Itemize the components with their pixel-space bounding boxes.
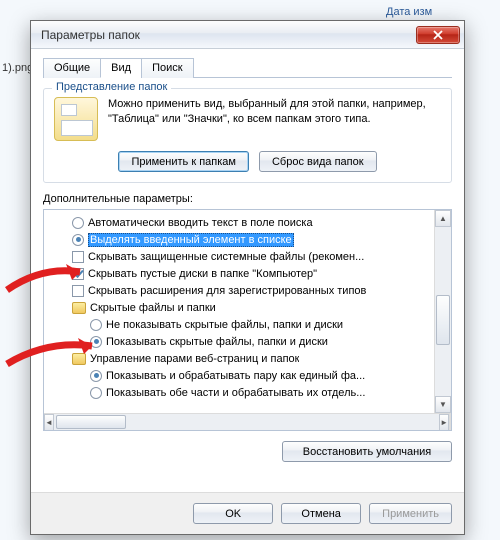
folder-icon [72, 353, 86, 365]
tab-search[interactable]: Поиск [141, 58, 193, 78]
scroll-left-button[interactable]: ◄ [44, 414, 54, 431]
titlebar[interactable]: Параметры папок [31, 21, 464, 49]
dialog-button-bar: OK Отмена Применить [31, 492, 464, 534]
tree-item[interactable]: Выделять введенный элемент в списке [46, 231, 432, 248]
advanced-label: Дополнительные параметры: [43, 193, 452, 205]
scroll-track[interactable] [54, 414, 439, 430]
close-icon [433, 30, 443, 40]
folder-views-group: Представление папок Можно применить вид,… [43, 88, 452, 183]
tree-item[interactable]: Показывать и обрабатывать пару как едины… [46, 367, 432, 384]
folder-options-dialog: Параметры папок Общие Вид Поиск Представ… [30, 20, 465, 535]
tree-item-label: Скрывать пустые диски в папке "Компьютер… [88, 268, 317, 280]
ok-button[interactable]: OK [193, 503, 273, 524]
radio-icon [90, 336, 102, 348]
tree-item[interactable]: Показывать скрытые файлы, папки и диски [46, 333, 432, 350]
scroll-track[interactable] [435, 227, 451, 396]
tree-item-label: Скрытые файлы и папки [90, 302, 216, 314]
tree-item-label: Выделять введенный элемент в списке [88, 233, 294, 247]
apply-button[interactable]: Применить [369, 503, 452, 524]
folder-icon [72, 302, 86, 314]
cancel-button[interactable]: Отмена [281, 503, 361, 524]
folder-view-icon [54, 97, 98, 141]
dialog-title: Параметры папок [41, 28, 140, 42]
scroll-corner [449, 414, 451, 431]
scroll-thumb[interactable] [436, 295, 450, 345]
tree-item-label: Управление парами веб-страниц и папок [90, 353, 299, 365]
tree-item[interactable]: Скрытые файлы и папки [46, 299, 432, 316]
tree-item-label: Скрывать расширения для зарегистрированн… [88, 285, 366, 297]
tree-item-label: Не показывать скрытые файлы, папки и дис… [106, 319, 343, 331]
scroll-up-button[interactable]: ▲ [435, 210, 451, 227]
tree-item[interactable]: Скрывать пустые диски в папке "Компьютер… [46, 265, 432, 282]
tree-item[interactable]: Скрывать расширения для зарегистрированн… [46, 282, 432, 299]
radio-icon [90, 370, 102, 382]
close-button[interactable] [416, 26, 460, 44]
scroll-down-button[interactable]: ▼ [435, 396, 451, 413]
tree-item[interactable]: Показывать обе части и обрабатывать их о… [46, 384, 432, 401]
tree-item-label: Скрывать защищенные системные файлы (рек… [88, 251, 364, 263]
radio-icon [90, 387, 102, 399]
radio-icon [72, 217, 84, 229]
tree-item-label: Показывать обе части и обрабатывать их о… [106, 387, 365, 399]
tree-item[interactable]: Управление парами веб-страниц и папок [46, 350, 432, 367]
tab-general[interactable]: Общие [43, 58, 101, 78]
advanced-settings-tree[interactable]: Автоматически вводить текст в поле поиск… [43, 209, 452, 431]
tab-view[interactable]: Вид [100, 58, 142, 78]
horizontal-scrollbar[interactable]: ◄ ► [44, 413, 451, 430]
scroll-thumb[interactable] [56, 415, 126, 429]
checkbox-icon [72, 251, 84, 263]
scroll-right-button[interactable]: ► [439, 414, 449, 431]
restore-defaults-button[interactable]: Восстановить умолчания [282, 441, 452, 462]
folder-views-legend: Представление папок [52, 81, 171, 93]
tree-item-label: Автоматически вводить текст в поле поиск… [88, 217, 313, 229]
folder-view-description: Можно применить вид, выбранный для этой … [108, 97, 441, 141]
tree-item-label: Показывать скрытые файлы, папки и диски [106, 336, 328, 348]
tree-item[interactable]: Автоматически вводить текст в поле поиск… [46, 214, 432, 231]
radio-icon [72, 234, 84, 246]
tree-item[interactable]: Не показывать скрытые файлы, папки и дис… [46, 316, 432, 333]
tab-strip: Общие Вид Поиск [43, 57, 452, 78]
radio-icon [90, 319, 102, 331]
bg-date-header: Дата изм [380, 4, 500, 20]
checkbox-icon [72, 268, 84, 280]
checkbox-icon [72, 285, 84, 297]
reset-folders-button[interactable]: Сброс вида папок [259, 151, 377, 172]
tree-item[interactable]: Скрывать защищенные системные файлы (рек… [46, 248, 432, 265]
tree-item-label: Показывать и обрабатывать пару как едины… [106, 370, 365, 382]
vertical-scrollbar[interactable]: ▲ ▼ [434, 210, 451, 413]
apply-to-folders-button[interactable]: Применить к папкам [118, 151, 249, 172]
